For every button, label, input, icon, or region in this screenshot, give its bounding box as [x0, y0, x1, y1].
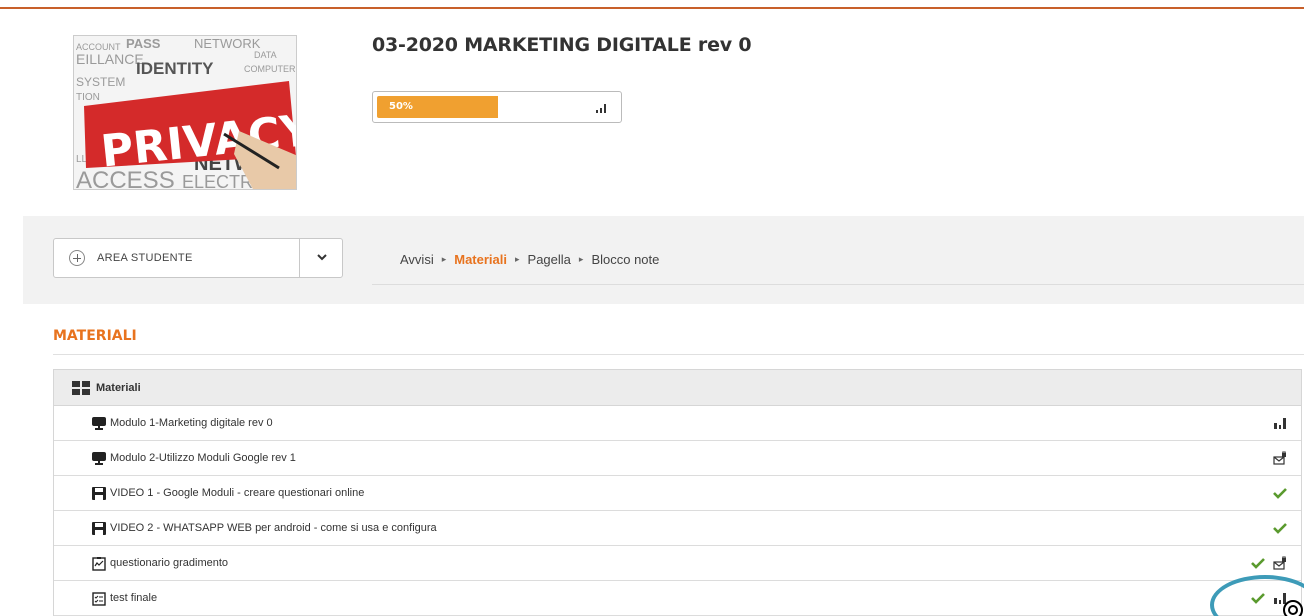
svg-text:DATA: DATA [254, 50, 277, 60]
row-label[interactable]: questionario gradimento [110, 557, 228, 569]
table-row[interactable]: Modulo 2-Utilizzo Moduli Google rev 1 [54, 441, 1301, 476]
row-label[interactable]: VIDEO 2 - WHATSAPP WEB per android - com… [110, 522, 437, 534]
svg-text:SYSTEM: SYSTEM [76, 75, 125, 89]
table-row[interactable]: questionario gradimento [54, 546, 1301, 581]
svg-text:PASS: PASS [126, 36, 161, 51]
presentation-icon [92, 451, 106, 465]
cursor-icon [1283, 600, 1303, 616]
top-accent-line [0, 7, 1304, 9]
table-row[interactable]: test finale [54, 581, 1301, 616]
email-lock-icon[interactable] [1273, 556, 1287, 570]
breadcrumb: Avvisi ▸ Materiali ▸ Pagella ▸ Blocco no… [400, 252, 659, 267]
plus-circle-icon [69, 250, 85, 266]
chevron-down-icon[interactable] [316, 251, 328, 263]
crumb-blocco-note[interactable]: Blocco note [591, 252, 659, 267]
row-label[interactable]: Modulo 1-Marketing digitale rev 0 [110, 417, 273, 429]
row-label[interactable]: Modulo 2-Utilizzo Moduli Google rev 1 [110, 452, 296, 464]
crumb-materiali[interactable]: Materiali [454, 252, 507, 267]
breadcrumb-separator-icon: ▸ [515, 254, 520, 264]
check-icon [1251, 558, 1265, 569]
stats-icon[interactable] [595, 101, 609, 113]
progress-label: 50% [389, 101, 413, 112]
svg-text:TION: TION [76, 92, 100, 103]
presentation-icon [92, 416, 106, 430]
area-select-label: AREA STUDENTE [97, 252, 193, 264]
crumb-avvisi[interactable]: Avvisi [400, 252, 434, 267]
breadcrumb-separator-icon: ▸ [441, 254, 447, 264]
save-icon [92, 486, 106, 500]
materials-table: Materiali Modulo 1-Marketing digitale re… [53, 369, 1302, 616]
svg-text:NETWORK: NETWORK [194, 36, 261, 51]
course-title: 03-2020 MARKETING DIGITALE rev 0 [372, 34, 752, 56]
progress-bar: 50% [372, 91, 622, 123]
survey-icon [92, 556, 106, 571]
row-label[interactable]: VIDEO 1 - Google Moduli - creare questio… [110, 487, 364, 499]
table-row[interactable]: VIDEO 2 - WHATSAPP WEB per android - com… [54, 511, 1301, 546]
test-icon [92, 591, 106, 606]
materials-header[interactable]: Materiali [54, 370, 1301, 406]
crumb-pagella[interactable]: Pagella [528, 252, 571, 267]
svg-text:IDENTITY: IDENTITY [136, 59, 214, 78]
svg-text:EILLANCE: EILLANCE [76, 51, 144, 67]
materials-header-label: Materiali [96, 381, 141, 394]
grid-icon [72, 380, 90, 395]
course-image: ACCOUNT PASS NETWORK DATA EILLANCE IDENT… [73, 35, 297, 190]
svg-text:COMPUTER: COMPUTER [244, 64, 296, 74]
breadcrumb-separator-icon: ▸ [578, 254, 584, 264]
email-lock-icon[interactable] [1273, 451, 1287, 465]
stats-icon[interactable] [1273, 416, 1287, 430]
row-label[interactable]: test finale [110, 592, 157, 604]
area-studente-dropdown[interactable]: AREA STUDENTE [53, 238, 343, 278]
section-title: MATERIALI [53, 328, 137, 344]
table-row[interactable]: VIDEO 1 - Google Moduli - creare questio… [54, 476, 1301, 511]
save-icon [92, 521, 106, 535]
table-row[interactable]: Modulo 1-Marketing digitale rev 0 [54, 406, 1301, 441]
check-icon [1273, 523, 1287, 534]
check-icon [1273, 488, 1287, 499]
